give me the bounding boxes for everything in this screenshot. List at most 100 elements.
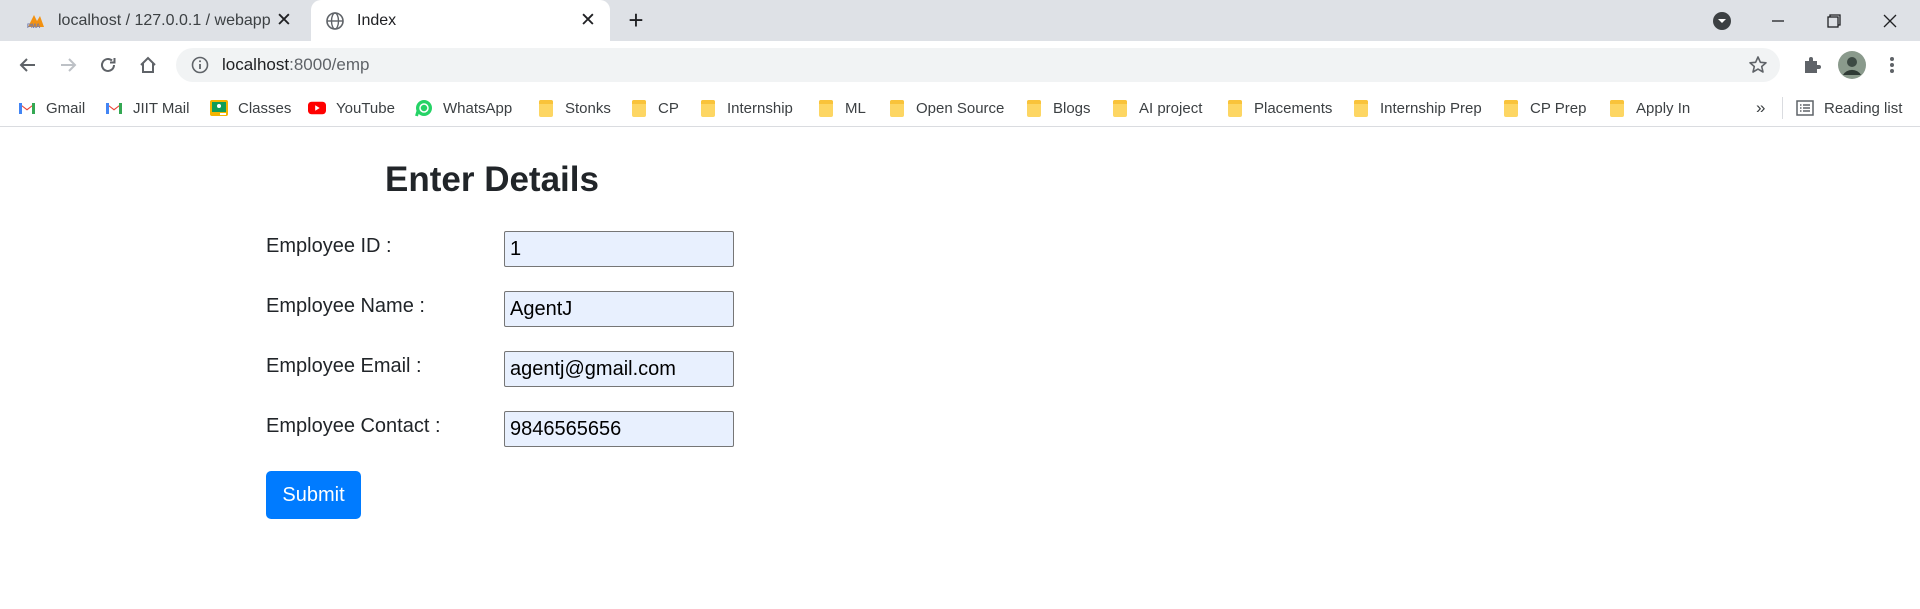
bookmarks-bar: Gmail JIIT Mail Classes YouTube WhatsApp…	[0, 89, 1920, 127]
close-icon[interactable]: ✕	[270, 7, 298, 35]
folder-icon	[699, 99, 717, 117]
bookmark-folder-cp-prep[interactable]: CP Prep	[1502, 89, 1586, 127]
bookmark-label: WhatsApp	[443, 99, 513, 117]
bookmark-youtube[interactable]: YouTube	[308, 89, 395, 127]
browser-toolbar: localhost:8000/emp	[0, 41, 1920, 89]
employee-contact-input[interactable]	[504, 411, 734, 447]
bookmark-classes[interactable]: Classes	[210, 89, 291, 127]
bookmark-label: Internship Prep	[1380, 99, 1482, 117]
avatar	[1838, 51, 1866, 79]
employee-name-input[interactable]	[504, 291, 734, 327]
restore-button[interactable]	[1806, 0, 1862, 41]
close-icon	[1883, 14, 1897, 27]
bookmark-jiit-mail[interactable]: JIIT Mail	[105, 89, 189, 127]
folder-icon	[1608, 99, 1626, 117]
tab-search-button[interactable]	[1694, 0, 1750, 41]
employee-email-input[interactable]	[504, 351, 734, 387]
bookmark-folder-ai-project[interactable]: AI project	[1111, 89, 1202, 127]
folder-icon	[1352, 99, 1370, 117]
globe-icon	[325, 11, 345, 31]
more-vertical-icon	[1890, 57, 1894, 73]
bookmarks-overflow-button[interactable]: »	[1756, 89, 1765, 127]
bookmark-label: Open Source	[916, 99, 1005, 117]
profile-button[interactable]	[1836, 49, 1868, 81]
restore-icon	[1827, 13, 1841, 28]
reading-list-button[interactable]: Reading list	[1796, 89, 1902, 127]
back-button[interactable]	[12, 49, 44, 81]
reading-list-icon	[1796, 99, 1814, 117]
bookmark-folder-internship[interactable]: Internship	[699, 89, 793, 127]
bookmark-label: Apply In	[1636, 99, 1691, 117]
menu-button[interactable]	[1876, 49, 1908, 81]
bookmark-star-icon[interactable]	[1746, 53, 1770, 77]
whatsapp-icon	[415, 99, 433, 117]
bookmark-label: Stonks	[565, 99, 611, 117]
bookmark-folder-cp[interactable]: CP	[630, 89, 679, 127]
bookmark-label: ML	[845, 99, 866, 117]
chevron-down-icon	[1713, 11, 1731, 30]
folder-icon	[630, 99, 648, 117]
gmail-icon	[105, 99, 123, 117]
reading-list-label: Reading list	[1824, 99, 1903, 117]
bookmark-folder-blogs[interactable]: Blogs	[1025, 89, 1091, 127]
bookmark-label: Internship	[727, 99, 793, 117]
employee-id-label: Employee ID :	[266, 235, 392, 257]
address-bar[interactable]: localhost:8000/emp	[176, 48, 1780, 82]
bookmark-label: Placements	[1254, 99, 1333, 117]
tab-strip: PMA localhost / 127.0.0.1 / webapp | p ✕…	[0, 0, 1920, 41]
bookmark-folder-open-source[interactable]: Open Source	[888, 89, 1004, 127]
bookmark-folder-internship-prep[interactable]: Internship Prep	[1352, 89, 1482, 127]
employee-email-label: Employee Email :	[266, 355, 422, 377]
new-tab-button[interactable]: +	[622, 5, 650, 35]
home-button[interactable]	[132, 49, 164, 81]
url-text: localhost:8000/emp	[222, 55, 369, 75]
back-arrow-icon	[19, 58, 35, 72]
gmail-icon	[18, 99, 36, 117]
folder-icon	[888, 99, 906, 117]
home-icon	[140, 56, 156, 73]
bookmark-folder-placements[interactable]: Placements	[1226, 89, 1332, 127]
tab-title: localhost / 127.0.0.1 / webapp | p	[58, 11, 270, 29]
forward-button[interactable]	[52, 49, 84, 81]
minimize-icon	[1772, 19, 1784, 22]
submit-button[interactable]: Submit	[266, 471, 361, 519]
close-icon[interactable]: ✕	[574, 7, 602, 35]
bookmark-folder-apply-in[interactable]: Apply In	[1608, 89, 1690, 127]
phpmyadmin-icon: PMA	[26, 11, 46, 31]
folder-icon	[1226, 99, 1244, 117]
employee-contact-label: Employee Contact :	[266, 415, 441, 437]
folder-icon	[1502, 99, 1520, 117]
extensions-button[interactable]	[1796, 49, 1828, 81]
employee-name-label: Employee Name :	[266, 295, 425, 317]
info-icon[interactable]	[190, 55, 210, 75]
folder-icon	[1025, 99, 1043, 117]
url-path: :8000/emp	[289, 55, 370, 74]
bookmark-label: AI project	[1139, 99, 1203, 117]
bookmark-label: Gmail	[46, 99, 86, 117]
page-content: Enter Details Employee ID : Employee Nam…	[0, 127, 1920, 609]
bookmark-label: CP Prep	[1530, 99, 1587, 117]
bookmark-label: JIIT Mail	[133, 99, 190, 117]
employee-id-input[interactable]	[504, 231, 734, 267]
bookmark-folder-ml[interactable]: ML	[817, 89, 866, 127]
bookmark-folder-stonks[interactable]: Stonks	[537, 89, 611, 127]
google-classroom-icon	[210, 99, 228, 117]
url-host: localhost	[222, 55, 290, 74]
bookmark-label: Blogs	[1053, 99, 1091, 117]
bookmark-whatsapp[interactable]: WhatsApp	[415, 89, 512, 127]
forward-arrow-icon	[61, 58, 77, 72]
folder-icon	[817, 99, 835, 117]
folder-icon	[1111, 99, 1129, 117]
bookmark-label: Classes	[238, 99, 292, 117]
close-window-button[interactable]	[1862, 0, 1918, 41]
youtube-icon	[308, 99, 326, 117]
tab-index[interactable]: Index ✕	[311, 0, 610, 41]
page-title: Enter Details	[385, 160, 599, 199]
reload-button[interactable]	[92, 49, 124, 81]
folder-icon	[537, 99, 555, 117]
puzzle-icon	[1805, 57, 1821, 73]
bookmark-gmail[interactable]: Gmail	[18, 89, 85, 127]
bookmark-label: YouTube	[336, 99, 395, 117]
minimize-button[interactable]	[1750, 0, 1806, 41]
tab-phpmyadmin[interactable]: PMA localhost / 127.0.0.1 / webapp | p ✕	[0, 0, 306, 41]
